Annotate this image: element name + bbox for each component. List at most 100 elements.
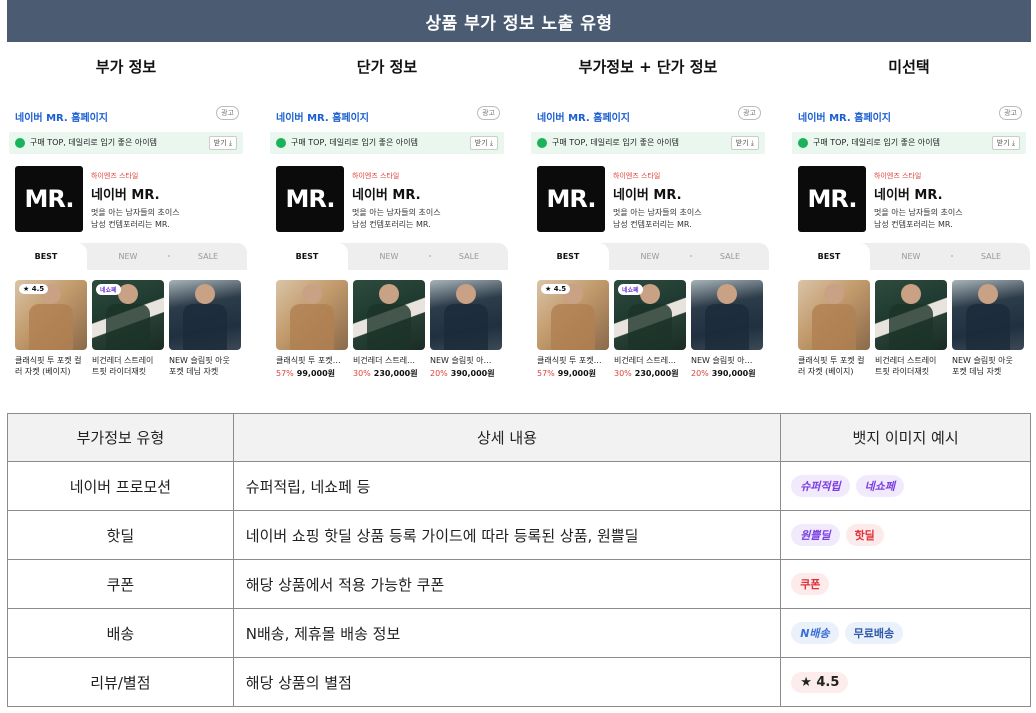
get-coupon-button[interactable]: 받기 ⤓: [730, 136, 759, 150]
brand-homepage-link[interactable]: 네이버 MR. 홈페이지: [537, 113, 630, 124]
tab-separator-dot: [690, 255, 692, 257]
product-price-row: 20% 390,000원: [430, 368, 502, 379]
store-logo[interactable]: MR.: [15, 166, 83, 232]
brand-homepage-link[interactable]: 네이버 MR. 홈페이지: [276, 113, 369, 124]
tab-new[interactable]: NEW: [609, 243, 691, 270]
store-name[interactable]: 네이버 MR.: [91, 184, 180, 203]
product-image[interactable]: [430, 280, 502, 350]
chat-bubble-icon: [798, 138, 808, 148]
product-image[interactable]: [169, 280, 241, 350]
store-desc-line1: 멋을 아는 남자들의 초이스: [874, 208, 963, 217]
product-image[interactable]: [875, 280, 947, 350]
product-image[interactable]: 네쇼페: [614, 280, 686, 350]
ad-badge: 광고: [216, 106, 239, 120]
ad-badge: 광고: [738, 106, 761, 120]
product-item[interactable]: NEW 슬림핏 아웃 포켓 데님 자켓: [952, 280, 1024, 377]
product-item[interactable]: NEW 슬림핏 아… 20% 390,000원: [430, 280, 502, 379]
product-figure: [106, 304, 150, 350]
brand-homepage-link[interactable]: 네이버 MR. 홈페이지: [15, 113, 108, 124]
product-price-row: 30% 230,000원: [614, 368, 686, 379]
product-item[interactable]: ★ 4.5 클래식핏 투 포켓 컬러 자켓 (베이지): [15, 280, 87, 377]
discount-rate: 20%: [691, 369, 709, 378]
product-figure: [367, 304, 411, 350]
row-badges: N배송 무료배송: [780, 608, 1031, 658]
product-item[interactable]: 비건레더 스트레이 트핏 라이더재킷: [875, 280, 947, 377]
tab-new[interactable]: NEW: [870, 243, 952, 270]
store-desc-line1: 멋을 아는 남자들의 초이스: [613, 208, 702, 217]
product-figure: [551, 304, 595, 350]
tab-new[interactable]: NEW: [87, 243, 169, 270]
product-item[interactable]: ★ 4.5 클래식핏 투 포켓… 57% 99,000원: [537, 280, 609, 379]
product-image[interactable]: ★ 4.5: [537, 280, 609, 350]
card-header: 네이버 MR. 홈페이지 광고: [15, 106, 239, 124]
product-figure: [705, 304, 749, 350]
brand-homepage-link[interactable]: 네이버 MR. 홈페이지: [798, 113, 891, 124]
tab-sale[interactable]: SALE: [691, 243, 769, 270]
store-logo[interactable]: MR.: [537, 166, 605, 232]
table-row: 핫딜 네이버 쇼핑 핫딜 상품 등록 가이드에 따라 등록된 상품, 원쁠딜 원쁠딜…: [7, 510, 1031, 560]
example-badge: 무료배송: [844, 622, 904, 644]
product-item[interactable]: NEW 슬림핏 아웃 포켓 데님 자켓: [169, 280, 241, 377]
product-item[interactable]: 비건레더 스트레… 30% 230,000원: [353, 280, 425, 379]
discount-rate: 57%: [537, 369, 555, 378]
tab-sale[interactable]: SALE: [169, 243, 247, 270]
product-name: 클래식핏 투 포켓 컬러 자켓 (베이지): [798, 356, 865, 376]
tab-sale[interactable]: SALE: [430, 243, 508, 270]
store-name[interactable]: 네이버 MR.: [352, 184, 441, 203]
product-price-row: 30% 230,000원: [353, 368, 425, 379]
product-item[interactable]: 네쇼페 비건레더 스트레… 30% 230,000원: [614, 280, 686, 379]
row-badges: 슈퍼적립 네쇼페: [780, 461, 1031, 511]
store-info: 하이엔즈 스타일 네이버 MR. 멋을 아는 남자들의 초이스 남성 컨템포러리는 M…: [91, 171, 180, 231]
store-desc-line2: 남성 컨템포러리는 MR.: [352, 220, 431, 229]
info-table: 부가정보 유형 상세 내용 뱃지 이미지 예시 네이버 프로모션 슈퍼적립, 네쇼…: [7, 413, 1031, 707]
product-image[interactable]: [691, 280, 763, 350]
store-logo[interactable]: MR.: [798, 166, 866, 232]
product-name: 클래식핏 투 포켓 컬러 자켓 (베이지): [15, 356, 82, 376]
promo-strip: 구매 TOP, 데일리로 입기 좋은 아이템 받기 ⤓: [531, 132, 765, 154]
tab-best[interactable]: BEST: [5, 243, 87, 270]
tab-separator-dot: [429, 255, 431, 257]
preview-card: 네이버 MR. 홈페이지 광고 구매 TOP, 데일리로 입기 좋은 아이템 받기 ⤓…: [266, 94, 508, 389]
tab-best[interactable]: BEST: [266, 243, 348, 270]
product-item[interactable]: 네쇼페 비건레더 스트레이 트핏 라이더재킷: [92, 280, 164, 377]
tab-sale[interactable]: SALE: [952, 243, 1030, 270]
tab-best[interactable]: BEST: [527, 243, 609, 270]
store-info: 하이엔즈 스타일 네이버 MR. 멋을 아는 남자들의 초이스 남성 컨템포러리는 M…: [613, 171, 702, 231]
get-coupon-button[interactable]: 받기 ⤓: [208, 136, 237, 150]
category-tabs: BEST NEW SALE: [527, 243, 769, 270]
product-image[interactable]: [276, 280, 348, 350]
table-row: 배송 N배송, 제휴몰 배송 정보 N배송 무료배송: [7, 608, 1031, 658]
card-header: 네이버 MR. 홈페이지 광고: [798, 106, 1022, 124]
row-badges: ★ 4.5: [780, 657, 1031, 707]
tab-new[interactable]: NEW: [348, 243, 430, 270]
tab-best[interactable]: BEST: [788, 243, 870, 270]
product-image[interactable]: [798, 280, 870, 350]
row-type: 네이버 프로모션: [7, 461, 234, 511]
get-coupon-button[interactable]: 받기 ⤓: [469, 136, 498, 150]
store-desc: 멋을 아는 남자들의 초이스 남성 컨템포러리는 MR.: [874, 207, 963, 231]
get-coupon-button[interactable]: 받기 ⤓: [991, 136, 1020, 150]
rating-badge: ★ 4.5: [541, 284, 571, 294]
product-figure: [29, 304, 73, 350]
example-badge: 핫딜: [845, 524, 884, 546]
product-image[interactable]: [353, 280, 425, 350]
product-item[interactable]: 클래식핏 투 포켓 컬러 자켓 (베이지): [798, 280, 870, 377]
product-image[interactable]: ★ 4.5: [15, 280, 87, 350]
product-image[interactable]: 네쇼페: [92, 280, 164, 350]
product-item[interactable]: NEW 슬림핏 아… 20% 390,000원: [691, 280, 763, 379]
store-desc: 멋을 아는 남자들의 초이스 남성 컨템포러리는 MR.: [352, 207, 441, 231]
store-desc-line2: 남성 컨템포러리는 MR.: [613, 220, 692, 229]
header-type: 부가정보 유형: [7, 413, 234, 462]
product-figure-head: [379, 284, 399, 304]
product-item[interactable]: 클래식핏 투 포켓… 57% 99,000원: [276, 280, 348, 379]
table-row: 네이버 프로모션 슈퍼적립, 네쇼페 등 슈퍼적립 네쇼페: [7, 461, 1031, 511]
store-name[interactable]: 네이버 MR.: [613, 184, 702, 203]
product-price: 99,000원: [557, 369, 597, 378]
product-image[interactable]: [952, 280, 1024, 350]
example-badge: N배송: [791, 622, 839, 644]
store-logo[interactable]: MR.: [276, 166, 344, 232]
example-badge: 슈퍼적립: [791, 475, 850, 497]
product-figure-head: [456, 284, 476, 304]
store-name[interactable]: 네이버 MR.: [874, 184, 963, 203]
product-figure-head: [118, 284, 138, 304]
